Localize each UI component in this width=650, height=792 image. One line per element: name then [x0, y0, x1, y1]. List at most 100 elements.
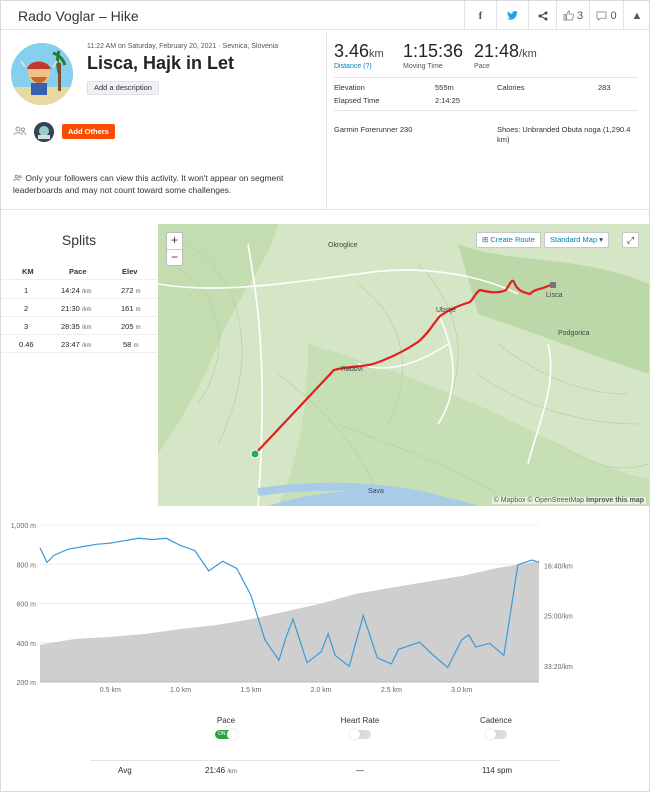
- route-map[interactable]: Okroglice Lisca Podgorica Ubstje Radovi …: [158, 224, 649, 506]
- averages-row: Avg 21:46 /km — 114 spm: [90, 760, 560, 778]
- split-row: 1 14:24 /km 272 m: [1, 281, 157, 299]
- shoes-info[interactable]: Shoes: Unbranded Obuta noga (1,290.4 km): [497, 125, 642, 145]
- avg-cadence: 114 spm: [482, 766, 513, 775]
- activity-summary: 11:22 AM on Saturday, February 20, 2021 …: [1, 31, 649, 210]
- summary-divider: [326, 31, 327, 209]
- share-icon: [538, 11, 547, 20]
- group-icon: [13, 125, 27, 139]
- facebook-share-button[interactable]: f: [464, 1, 496, 30]
- splits-header-pace: Pace: [69, 267, 87, 276]
- legend-cadence: Cadence: [426, 716, 566, 742]
- zoom-controls: + −: [166, 232, 183, 266]
- stat-distance: 3.46km Distance (?): [334, 41, 384, 70]
- elevation-chart-svg: 1,000 m 800 m 600 m 400 m 200 m 0.5 km 1.0 km 1…: [11, 523, 573, 694]
- pace-unit: /km: [519, 48, 537, 60]
- thumbs-up-icon: [563, 10, 574, 21]
- kudos-count: 3: [576, 9, 584, 22]
- avatar-image: [11, 43, 73, 105]
- elevation-label: Elevation: [334, 83, 365, 92]
- calories-label: Calories: [497, 83, 525, 92]
- legend-heart-rate-label: Heart Rate: [340, 716, 380, 725]
- stats-divider-2: [334, 110, 638, 111]
- zoom-out-button[interactable]: −: [167, 249, 182, 265]
- privacy-notice: Only your followers can view this activi…: [13, 172, 309, 196]
- stat-moving-time: 1:15:36 Moving Time: [403, 41, 463, 70]
- cadence-toggle[interactable]: [485, 729, 507, 740]
- y-tick-label: 800 m: [17, 562, 37, 569]
- calories-value: 283: [598, 83, 611, 92]
- map-label: Sava: [368, 488, 384, 495]
- group-member-avatar[interactable]: [34, 122, 54, 142]
- comments-button[interactable]: 0: [589, 1, 623, 30]
- moving-time-value: 1:15:36: [403, 41, 464, 61]
- followers-icon: [13, 174, 22, 181]
- split-pace: 23:47 /km: [61, 340, 92, 349]
- split-km: 1: [24, 286, 29, 295]
- split-elev: 272 m: [121, 286, 141, 295]
- kudos-button[interactable]: 3: [556, 1, 589, 30]
- splits-header-elev: Elev: [122, 267, 138, 276]
- map-label: Ubstje: [436, 307, 456, 314]
- y-tick-label: 400 m: [17, 641, 37, 648]
- split-pace: 28:35 /km: [61, 322, 92, 331]
- split-row: 3 28:35 /km 205 m: [1, 317, 157, 335]
- avg-heart-rate: —: [356, 766, 364, 775]
- comment-count: 0: [610, 9, 617, 22]
- collapse-button[interactable]: ▲: [623, 1, 650, 30]
- twitter-icon: [507, 11, 518, 20]
- map-attribution: © Mapbox © OpenStreetMap Improve this ma…: [491, 497, 646, 504]
- splits-table: Splits KM Pace Elev 1 14:24 /km 272 m 2 …: [1, 224, 157, 506]
- split-row: 2 21:30 /km 161 m: [1, 299, 157, 317]
- create-route-button[interactable]: ⊞ Create Route: [476, 232, 541, 248]
- split-row: 0.46 23:47 /km 58 m: [1, 335, 157, 353]
- x-tick-label: 1.5 km: [240, 687, 261, 694]
- map-label: Lisca: [546, 292, 563, 299]
- map-label: Podgorica: [558, 330, 590, 337]
- map-label: Radovi: [341, 366, 363, 373]
- zoom-in-button[interactable]: +: [167, 233, 182, 249]
- x-tick-label: 2.5 km: [381, 687, 402, 694]
- fullscreen-button[interactable]: ⤢: [622, 232, 639, 248]
- splits-title: Splits: [61, 232, 97, 248]
- y-right-tick-label: 33:20/km: [544, 664, 573, 671]
- activity-meta: 11:22 AM on Saturday, February 20, 2021 …: [87, 43, 279, 50]
- y-right-tick-label: 16:40/km: [544, 563, 573, 570]
- improve-map-link[interactable]: Improve this map: [586, 497, 644, 504]
- distance-value: 3.46: [334, 41, 370, 61]
- splits-header: KM Pace Elev: [1, 262, 157, 280]
- add-others-button[interactable]: Add Others: [62, 124, 115, 139]
- device-name: Garmin Forerunner 230: [334, 125, 413, 134]
- chevron-up-icon: ▲: [631, 9, 643, 22]
- elevation-chart[interactable]: 1,000 m 800 m 600 m 400 m 200 m 0.5 km 1.0 km 1…: [1, 512, 649, 698]
- chevron-down-icon: ▾: [599, 235, 603, 244]
- split-pace: 14:24 /km: [61, 286, 92, 295]
- split-km: 2: [24, 304, 29, 313]
- chart-legend: Pace ON Heart Rate Cadence Avg 21:46 /km…: [0, 716, 650, 792]
- pace-toggle[interactable]: ON: [215, 729, 238, 740]
- legend-heart-rate: Heart Rate: [290, 716, 430, 742]
- distance-label[interactable]: Distance (?): [334, 63, 384, 70]
- y-tick-label: 600 m: [17, 602, 37, 609]
- athlete-avatar[interactable]: [11, 43, 73, 105]
- share-button[interactable]: [528, 1, 556, 30]
- legend-pace-label: Pace: [216, 716, 236, 725]
- elapsed-time-label: Elapsed Time: [334, 96, 380, 105]
- add-description-button[interactable]: Add a description: [87, 81, 159, 95]
- activity-header: Rado Voglar – Hike f 3 0 ▲: [1, 1, 649, 30]
- y-tick-label: 200 m: [17, 680, 37, 687]
- split-elev: 58 m: [123, 340, 139, 349]
- activity-name: Lisca, Hajk in Let: [87, 53, 235, 73]
- y-tick-label: 1,000 m: [11, 523, 36, 530]
- heart-rate-toggle[interactable]: [349, 729, 371, 740]
- twitter-share-button[interactable]: [496, 1, 528, 30]
- avg-pace: 21:46 /km: [205, 766, 237, 775]
- map-style-select[interactable]: Standard Map ▾: [544, 232, 609, 248]
- activity-title: Rado Voglar – Hike: [18, 8, 139, 24]
- stats-divider: [334, 77, 638, 78]
- comment-icon: [596, 11, 607, 21]
- x-tick-label: 3.0 km: [451, 687, 472, 694]
- pace-value: 21:48: [474, 41, 520, 61]
- elevation-area: [40, 560, 539, 682]
- y-right-tick-label: 25:00/km: [544, 614, 573, 621]
- splits-header-km: KM: [22, 267, 34, 276]
